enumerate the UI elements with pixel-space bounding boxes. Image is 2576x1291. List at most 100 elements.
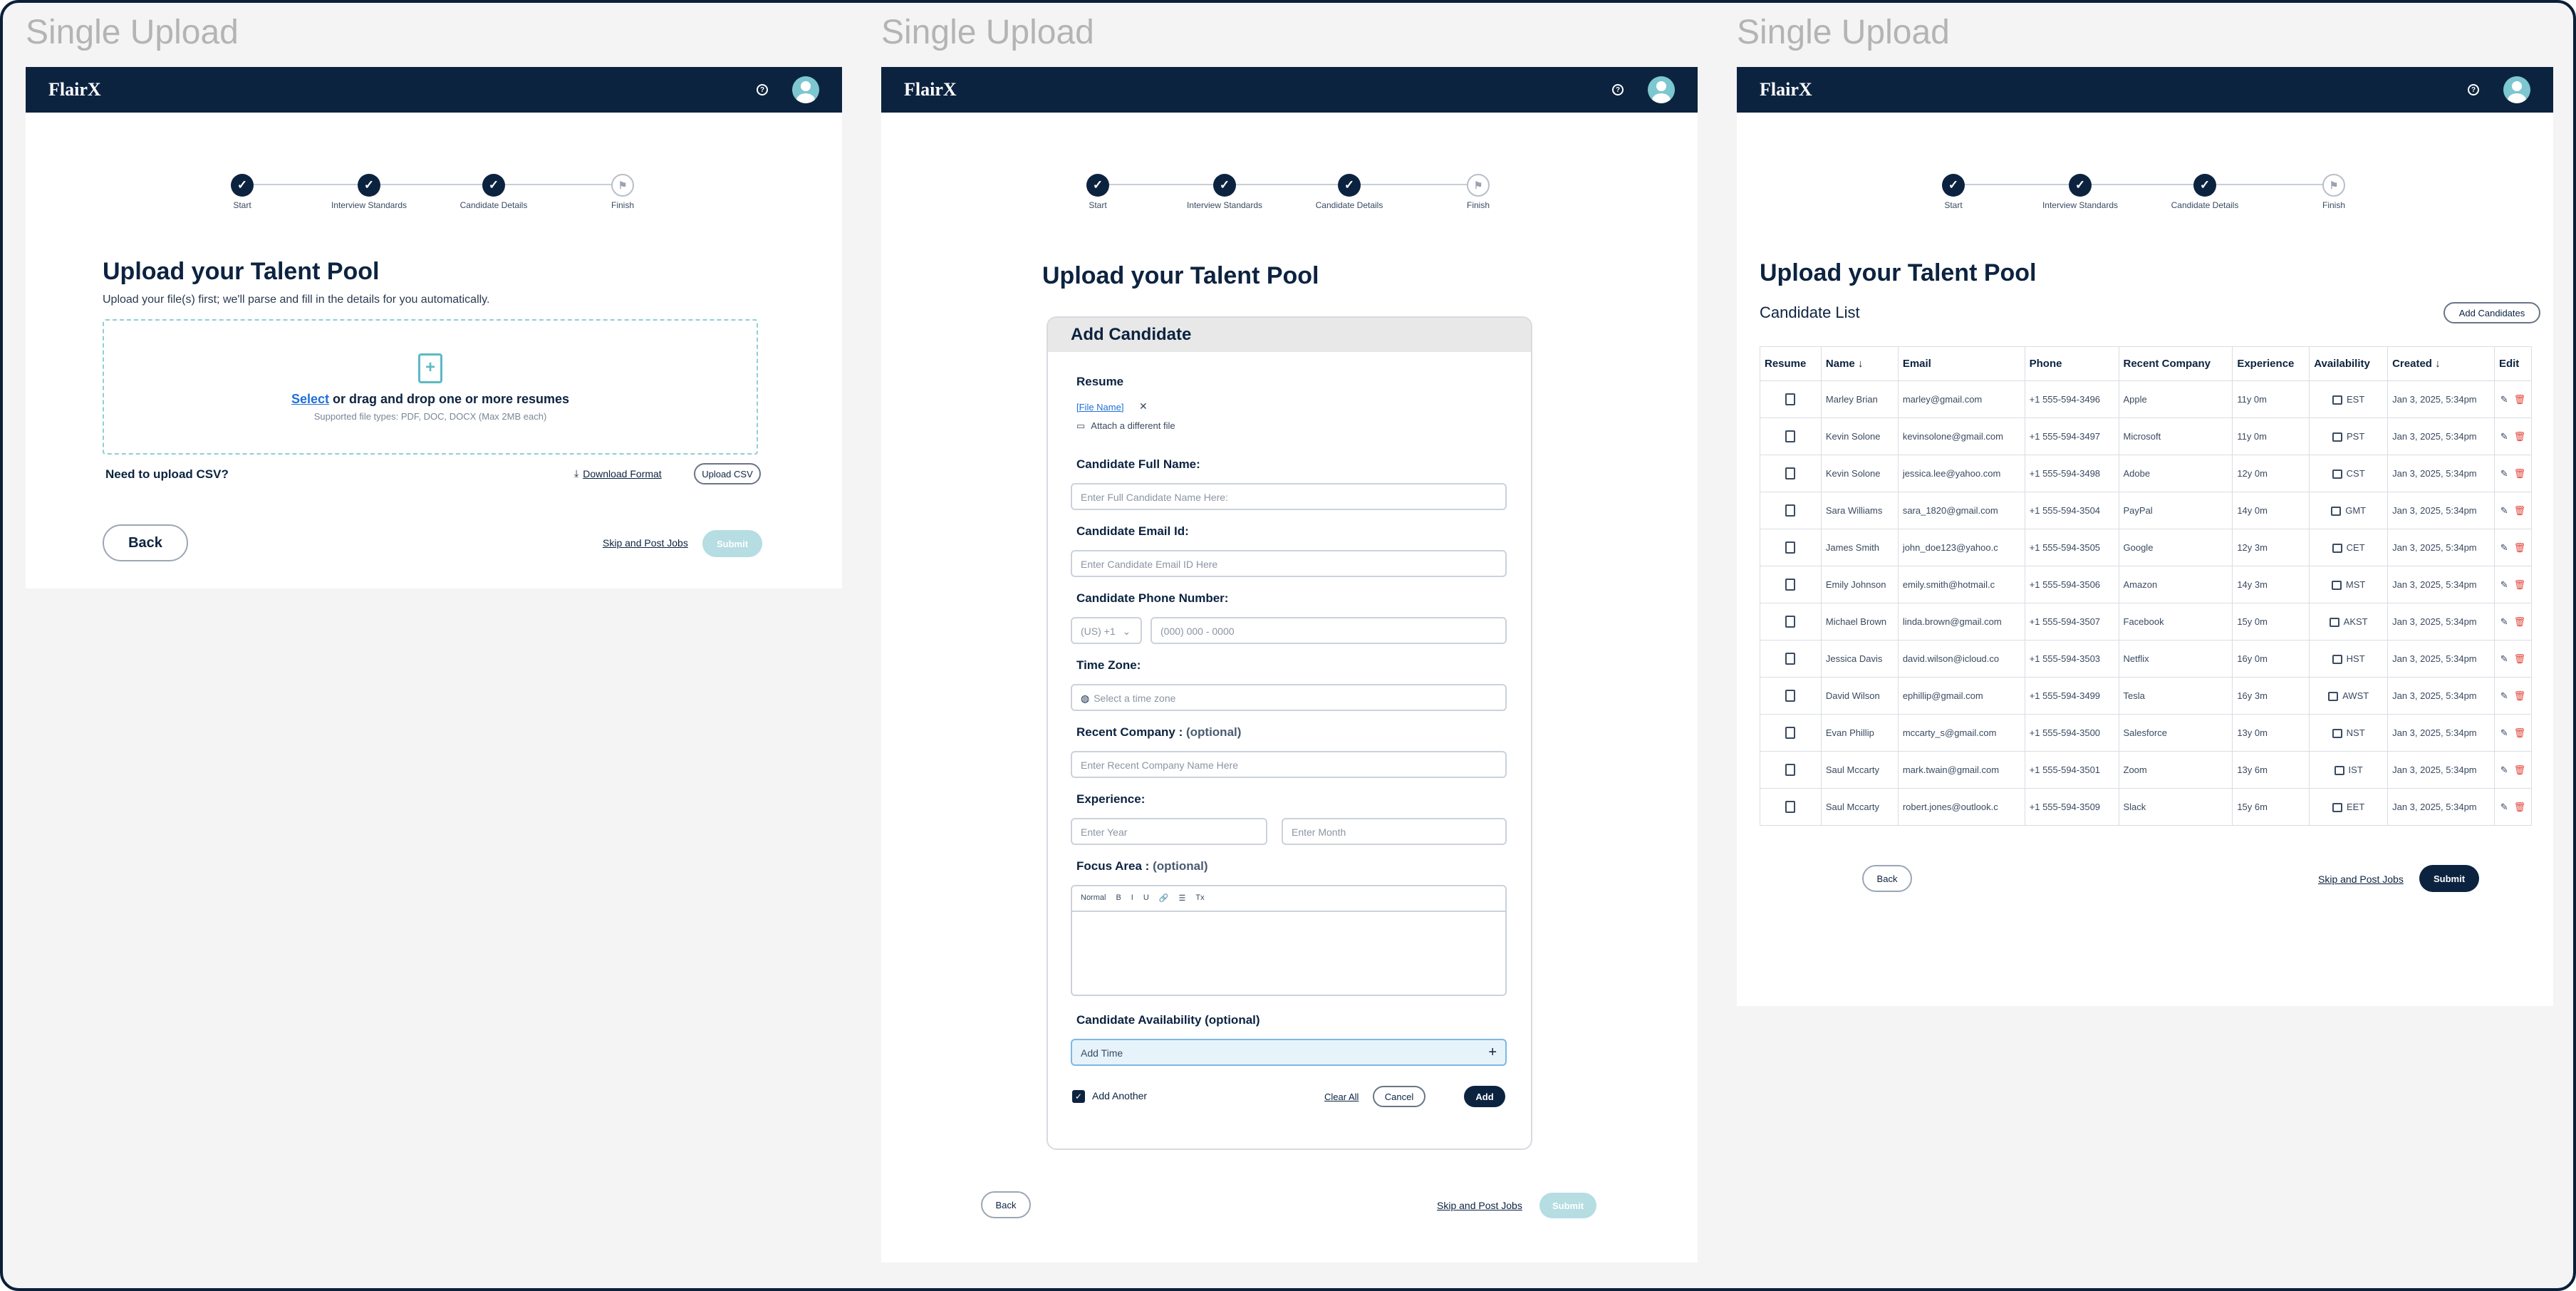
- help-icon[interactable]: ?: [2468, 84, 2479, 95]
- document-icon[interactable]: [1785, 430, 1796, 443]
- submit-button[interactable]: Submit: [1539, 1193, 1596, 1218]
- document-icon[interactable]: [1785, 801, 1796, 814]
- edit-icon[interactable]: ✎: [2500, 802, 2508, 812]
- document-icon[interactable]: [1785, 579, 1796, 591]
- document-icon[interactable]: [1785, 467, 1796, 480]
- country-code-select[interactable]: (US) +1 ⌄: [1071, 617, 1142, 644]
- experience-month-input[interactable]: Enter Month: [1282, 818, 1507, 845]
- bold-button[interactable]: B: [1116, 893, 1121, 903]
- document-icon[interactable]: [1785, 653, 1796, 665]
- edit-icon[interactable]: ✎: [2500, 690, 2508, 701]
- availability-cell[interactable]: PST: [2309, 418, 2389, 455]
- availability-cell[interactable]: MST: [2309, 566, 2389, 603]
- edit-icon[interactable]: ✎: [2500, 468, 2508, 479]
- delete-icon[interactable]: 🗑: [2514, 727, 2526, 738]
- resume-cell[interactable]: [1760, 751, 1822, 789]
- help-icon[interactable]: ?: [757, 84, 768, 95]
- edit-icon[interactable]: ✎: [2500, 653, 2508, 664]
- edit-icon[interactable]: ✎: [2500, 542, 2508, 553]
- select-link[interactable]: Select: [291, 392, 329, 406]
- help-icon[interactable]: ?: [1612, 84, 1624, 95]
- skip-post-jobs-link[interactable]: Skip and Post Jobs: [1437, 1200, 1522, 1211]
- document-icon[interactable]: [1785, 727, 1796, 740]
- add-candidates-button[interactable]: Add Candidates: [2443, 302, 2540, 323]
- underline-button[interactable]: U: [1143, 893, 1149, 903]
- add-time-field[interactable]: Add Time +: [1071, 1039, 1507, 1066]
- resume-dropzone[interactable]: + Select or drag and drop one or more re…: [103, 319, 758, 455]
- document-icon[interactable]: [1785, 504, 1796, 517]
- edit-icon[interactable]: ✎: [2500, 505, 2508, 516]
- phone-input[interactable]: (000) 000 - 0000: [1151, 617, 1507, 644]
- availability-cell[interactable]: AKST: [2309, 603, 2389, 641]
- skip-post-jobs-link[interactable]: Skip and Post Jobs: [2318, 873, 2404, 885]
- document-icon[interactable]: [1785, 393, 1796, 406]
- skip-post-jobs-link[interactable]: Skip and Post Jobs: [603, 537, 688, 549]
- delete-icon[interactable]: 🗑: [2514, 690, 2526, 701]
- cancel-button[interactable]: Cancel: [1373, 1086, 1425, 1107]
- delete-icon[interactable]: 🗑: [2514, 468, 2526, 479]
- edit-icon[interactable]: ✎: [2500, 431, 2508, 442]
- avatar[interactable]: [2503, 76, 2530, 103]
- resume-cell[interactable]: [1760, 418, 1822, 455]
- clear-all-link[interactable]: Clear All: [1324, 1092, 1359, 1102]
- add-another-checkbox[interactable]: ✓: [1072, 1090, 1085, 1103]
- resume-cell[interactable]: [1760, 788, 1822, 826]
- delete-icon[interactable]: 🗑: [2514, 802, 2526, 812]
- availability-cell[interactable]: EET: [2309, 788, 2389, 826]
- delete-icon[interactable]: 🗑: [2514, 394, 2526, 405]
- avatar[interactable]: [1648, 76, 1675, 103]
- availability-cell[interactable]: EST: [2309, 380, 2389, 418]
- document-icon[interactable]: [1785, 764, 1796, 777]
- submit-button[interactable]: Submit: [702, 530, 762, 557]
- availability-cell[interactable]: CET: [2309, 529, 2389, 566]
- attach-file-link[interactable]: ▭ Attach a different file: [1076, 420, 1175, 432]
- edit-icon[interactable]: ✎: [2500, 727, 2508, 738]
- resume-cell[interactable]: [1760, 455, 1822, 492]
- delete-icon[interactable]: 🗑: [2514, 764, 2526, 775]
- add-button[interactable]: Add: [1464, 1086, 1505, 1107]
- avatar[interactable]: [792, 76, 819, 103]
- delete-icon[interactable]: 🗑: [2514, 431, 2526, 442]
- experience-year-input[interactable]: Enter Year: [1071, 818, 1267, 845]
- back-button[interactable]: Back: [981, 1191, 1031, 1218]
- delete-icon[interactable]: 🗑: [2514, 653, 2526, 664]
- delete-icon[interactable]: 🗑: [2514, 542, 2526, 553]
- col-name[interactable]: Name ↓: [1820, 346, 1899, 381]
- upload-csv-button[interactable]: Upload CSV: [694, 463, 761, 484]
- resume-cell[interactable]: [1760, 677, 1822, 715]
- edit-icon[interactable]: ✎: [2500, 394, 2508, 405]
- remove-file-icon[interactable]: ✕: [1139, 400, 1148, 413]
- col-created[interactable]: Created ↓: [2387, 346, 2495, 381]
- delete-icon[interactable]: 🗑: [2514, 505, 2526, 516]
- back-button[interactable]: Back: [103, 524, 188, 561]
- availability-cell[interactable]: NST: [2309, 714, 2389, 752]
- document-icon[interactable]: [1785, 690, 1796, 702]
- back-button[interactable]: Back: [1862, 865, 1912, 892]
- resume-cell[interactable]: [1760, 640, 1822, 678]
- edit-icon[interactable]: ✎: [2500, 579, 2508, 590]
- edit-icon[interactable]: ✎: [2500, 764, 2508, 775]
- format-select[interactable]: Normal: [1081, 893, 1106, 903]
- link-icon[interactable]: 🔗: [1159, 893, 1169, 903]
- resume-cell[interactable]: [1760, 714, 1822, 752]
- clear-format-button[interactable]: Tx: [1195, 893, 1204, 903]
- resume-cell[interactable]: [1760, 492, 1822, 529]
- list-icon[interactable]: ☰: [1179, 893, 1186, 903]
- resume-cell[interactable]: [1760, 529, 1822, 566]
- focus-area-editor[interactable]: Normal B I U 🔗 ☰ Tx: [1071, 885, 1507, 996]
- email-input[interactable]: Enter Candidate Email ID Here: [1071, 550, 1507, 577]
- full-name-input[interactable]: Enter Full Candidate Name Here:: [1071, 483, 1507, 510]
- submit-button[interactable]: Submit: [2419, 865, 2479, 892]
- delete-icon[interactable]: 🗑: [2514, 616, 2526, 627]
- timezone-select[interactable]: ◍ Select a time zone: [1071, 684, 1507, 711]
- recent-company-input[interactable]: Enter Recent Company Name Here: [1071, 751, 1507, 778]
- edit-icon[interactable]: ✎: [2500, 616, 2508, 627]
- resume-cell[interactable]: [1760, 380, 1822, 418]
- delete-icon[interactable]: 🗑: [2514, 579, 2526, 590]
- availability-cell[interactable]: GMT: [2309, 492, 2389, 529]
- document-icon[interactable]: [1785, 541, 1796, 554]
- availability-cell[interactable]: IST: [2309, 751, 2389, 789]
- italic-button[interactable]: I: [1131, 893, 1133, 903]
- download-format-link[interactable]: ⤓ Download Format: [574, 467, 662, 479]
- availability-cell[interactable]: CST: [2309, 455, 2389, 492]
